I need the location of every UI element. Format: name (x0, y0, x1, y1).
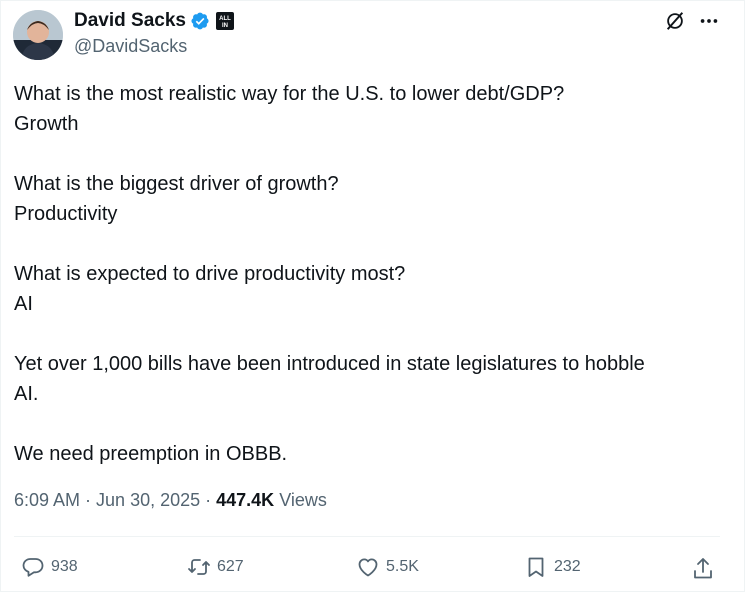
like-button[interactable]: 5.5K (356, 555, 419, 579)
bookmark-icon (528, 557, 544, 577)
tweet-line-blank (14, 409, 719, 439)
more-icon[interactable] (698, 10, 720, 32)
tweet-line: What is the biggest driver of growth? (14, 173, 339, 195)
tweet-date[interactable]: Jun 30, 2025 (96, 490, 200, 511)
repost-count: 627 (217, 558, 244, 575)
reply-count: 938 (51, 558, 78, 575)
bookmark-count: 232 (554, 558, 581, 575)
author-name-row: David Sacks ALL IN (74, 9, 234, 33)
tweet-line: Yet over 1,000 bills have been introduce… (14, 353, 645, 375)
repost-icon (188, 559, 210, 575)
grok-icon[interactable] (664, 10, 686, 32)
tweet-line: Growth (14, 113, 79, 135)
divider (14, 536, 720, 537)
tweet-line: Productivity (14, 203, 118, 225)
tweet-line-blank (14, 229, 719, 259)
repost-button[interactable]: 627 (187, 555, 244, 579)
svg-text:ALL: ALL (219, 16, 231, 22)
top-actions (664, 10, 720, 32)
like-count: 5.5K (386, 558, 419, 575)
reply-button[interactable]: 938 (21, 555, 78, 579)
author-handle[interactable]: @DavidSacks (74, 36, 187, 57)
affiliate-badge-icon[interactable]: ALL IN (215, 12, 234, 30)
action-bar: 938 627 5.5K 232 (1, 555, 745, 581)
tweet-meta: 6:09 AM · Jun 30, 2025 · 447.4K Views (14, 490, 327, 511)
verified-icon (191, 12, 209, 30)
share-icon[interactable] (691, 556, 715, 582)
tweet-time[interactable]: 6:09 AM (14, 490, 80, 511)
meta-separator: · (85, 490, 92, 510)
tweet-line: AI. (14, 383, 39, 405)
avatar[interactable] (13, 10, 63, 60)
views-label: Views (279, 490, 327, 510)
like-icon (358, 558, 378, 577)
tweet-line: What is the most realistic way for the U… (14, 83, 565, 105)
tweet-line-blank (14, 319, 719, 349)
bookmark-button[interactable]: 232 (524, 555, 581, 579)
tweet-line: What is expected to drive productivity m… (14, 263, 406, 285)
tweet-text: What is the most realistic way for the U… (14, 79, 719, 469)
tweet-line: We need preemption in OBBB. (14, 443, 288, 465)
display-name[interactable]: David Sacks (74, 10, 186, 32)
tweet-card: David Sacks ALL IN @DavidSacks What is t… (0, 0, 745, 592)
tweet-line-blank (14, 139, 719, 169)
views-count[interactable]: 447.4K (216, 490, 274, 511)
meta-separator: · (205, 490, 212, 510)
tweet-line: AI (14, 293, 33, 315)
avatar-image (13, 10, 63, 60)
svg-text:IN: IN (222, 23, 228, 29)
reply-icon (22, 558, 44, 577)
